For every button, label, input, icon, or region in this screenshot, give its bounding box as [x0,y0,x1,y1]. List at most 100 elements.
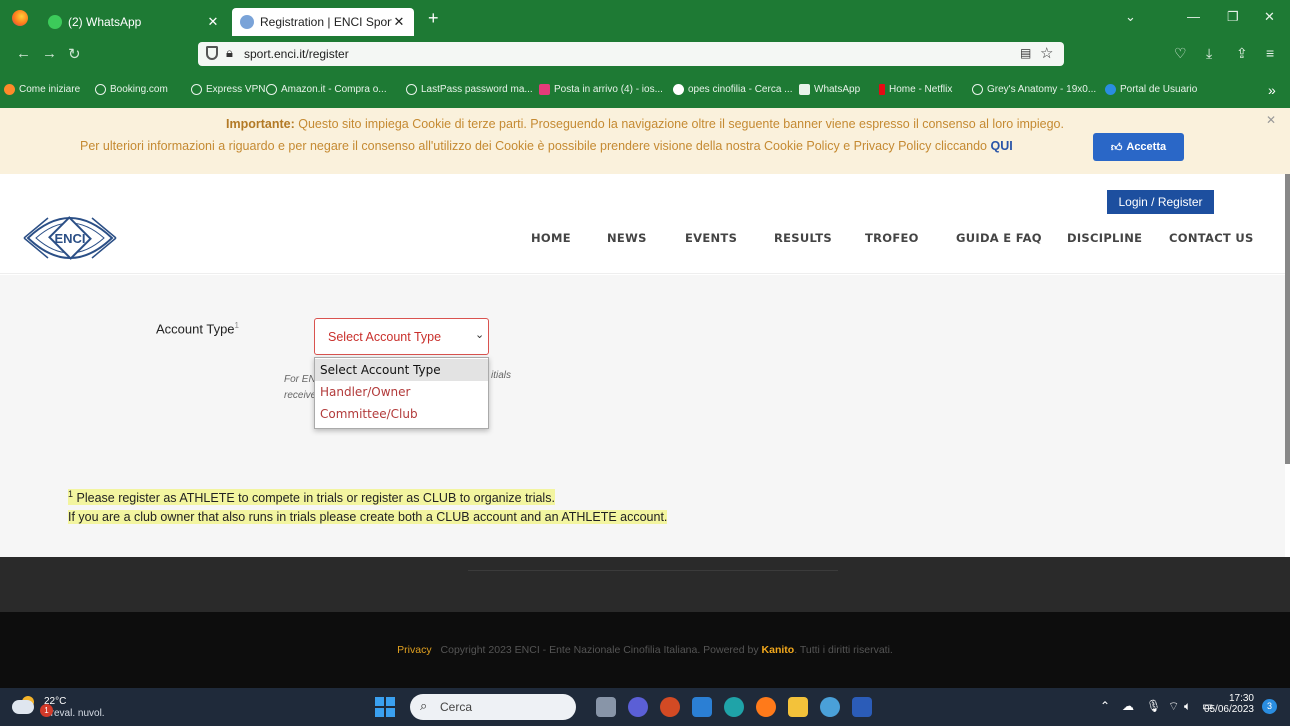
portal-icon [1105,84,1116,95]
weather-widget[interactable]: 22°C Preval. nuvol. 1 [12,694,132,720]
pocket-icon[interactable]: ♡ [1174,45,1187,62]
site-header: ENCI Login / Register HOME NEWS EVENTS R… [0,174,1290,274]
back-icon[interactable]: ← [16,45,31,62]
nav-contact-us[interactable]: CONTACT US [1169,231,1254,245]
cookie-close-icon[interactable]: ✕ [1266,113,1276,127]
tab-title: Registration | ENCI Sport [260,15,392,29]
account-type-select[interactable]: Select Account Type ⌄ [314,318,489,355]
nav-trofeo[interactable]: TROFEO [865,231,919,245]
new-tab-icon[interactable]: + [428,9,439,27]
file-explorer-icon[interactable] [788,697,808,717]
bookmark-item[interactable]: Posta in arrivo (4) - ios... [539,84,663,95]
close-window-icon[interactable]: ✕ [1264,9,1275,25]
cookie-line-1: Importante: Questo sito impiega Cookie d… [226,117,1064,131]
nav-home[interactable]: HOME [531,231,571,245]
nav-guida-faq[interactable]: GUIDA E FAQ [956,231,1042,245]
account-type-dropdown: Select Account Type Handler/Owner Commit… [314,357,489,429]
option-handler-owner[interactable]: Handler/Owner [315,381,488,403]
share-icon[interactable]: ⇪ [1236,45,1248,62]
bookmarks-bar: Come iniziare Booking.com Express VPN Am… [0,72,1290,108]
speaker-icon[interactable]: 🔈︎ [1184,699,1191,714]
page-scrollbar[interactable] [1285,174,1290,464]
copyright-text: Privacy Copyright 2023 ENCI - Ente Nazio… [397,644,893,656]
accept-cookies-button[interactable]: 👍︎ Accetta [1093,133,1184,161]
account-type-label: Account Type1 [156,321,239,337]
close-icon[interactable]: ✕ [206,14,220,30]
hint-text: receive [284,390,317,401]
mail-icon [539,84,550,95]
bookmark-item[interactable]: Portal de Usuario [1105,84,1197,95]
bookmark-item[interactable]: Express VPN [191,84,265,95]
chat-icon[interactable] [628,697,648,717]
privacy-link[interactable]: Privacy [397,644,431,656]
close-icon[interactable]: ✕ [392,14,406,30]
tab-registration[interactable]: Registration | ENCI Sport ✕ [232,8,414,36]
firefox-icon [4,84,15,95]
chevron-down-icon: ⌄ [475,329,485,341]
firefox-taskbar-icon[interactable] [756,697,776,717]
powerpoint-icon[interactable] [660,697,680,717]
bookmark-star-icon[interactable]: ☆ [1040,44,1053,62]
menu-icon[interactable]: ≡ [1266,45,1274,61]
chevron-down-icon[interactable]: ⌄ [1125,9,1136,25]
url-bar[interactable]: 🔒︎ sport.enci.it/register ▤ ☆ [198,42,1064,66]
nav-events[interactable]: EVENTS [685,231,737,245]
nav-discipline[interactable]: DISCIPLINE [1067,231,1142,245]
globe-icon [972,84,983,95]
wifi-icon[interactable]: ⌔ [1168,699,1179,714]
url-text[interactable]: sport.enci.it/register [244,47,349,61]
bookmark-item[interactable]: Booking.com [95,84,168,95]
chevron-up-icon[interactable]: ⌃ [1100,699,1110,713]
option-select-account-type[interactable]: Select Account Type [315,359,488,381]
more-bookmarks-icon[interactable]: » [1268,82,1276,98]
taskbar-search[interactable]: ⌕ Cerca [410,694,576,720]
windows-start-icon[interactable] [375,697,395,717]
reload-icon[interactable]: ↻ [68,45,81,63]
cookie-policy-link[interactable]: QUI [991,139,1013,153]
nav-results[interactable]: RESULTS [774,231,832,245]
tab-whatsapp[interactable]: (2) WhatsApp ✕ [40,8,228,36]
notification-badge[interactable]: 3 [1262,699,1277,714]
hint-text: For EN [284,374,316,385]
bookmark-item[interactable]: opes cinofilia - Cerca ... [673,84,793,95]
whatsapp-icon [48,15,62,29]
bookmark-item[interactable]: Grey's Anatomy - 19x0... [972,84,1096,95]
site-favicon-icon [240,15,254,29]
onedrive-icon[interactable]: ☁ [1122,699,1134,713]
app-icon[interactable] [820,697,840,717]
login-register-button[interactable]: Login / Register [1107,190,1214,214]
navigation-bar: ← → ↻ 🔒︎ sport.enci.it/register ▤ ☆ ♡ ⤓ … [0,36,1290,72]
whatsapp-icon [799,84,810,95]
minimize-icon[interactable]: — [1187,9,1200,24]
bookmark-item[interactable]: Come iniziare [4,84,80,95]
forward-icon[interactable]: → [42,45,57,62]
bookmark-item[interactable]: Amazon.it - Compra o... [266,84,387,95]
hint-text: itials [491,370,512,381]
word-icon[interactable] [852,697,872,717]
netflix-icon [879,84,885,95]
footnote-marker: 1 [234,321,239,330]
edge-icon[interactable] [724,697,744,717]
microphone-icon[interactable]: 🎙︎ [1146,699,1161,713]
weather-condition: Preval. nuvol. [44,708,105,719]
enci-logo[interactable]: ENCI [18,204,122,272]
download-icon[interactable]: ⤓ [1206,45,1212,62]
option-committee-club[interactable]: Committee/Club [315,403,488,425]
footer-divider [468,570,838,571]
bookmark-item[interactable]: WhatsApp [799,84,860,95]
taskbar-clock[interactable]: 17:30 05/06/2023 [1204,693,1254,715]
store-icon[interactable] [692,697,712,717]
bookmark-item[interactable]: LastPass password ma... [406,84,533,95]
reader-view-icon[interactable]: ▤ [1020,46,1031,60]
cookie-line-2: Per ulteriori informazioni a riguardo e … [80,139,1013,153]
clock-date: 05/06/2023 [1203,704,1254,715]
kanito-link[interactable]: Kanito [762,644,795,656]
task-view-icon[interactable] [596,697,616,717]
firefox-icon[interactable] [12,10,28,26]
footer-top [0,557,1290,612]
shield-icon [206,46,218,60]
bookmark-item[interactable]: Home - Netflix [879,84,952,95]
nav-news[interactable]: NEWS [607,231,647,245]
weather-badge: 1 [40,704,53,717]
restore-icon[interactable]: ❐ [1227,9,1239,25]
